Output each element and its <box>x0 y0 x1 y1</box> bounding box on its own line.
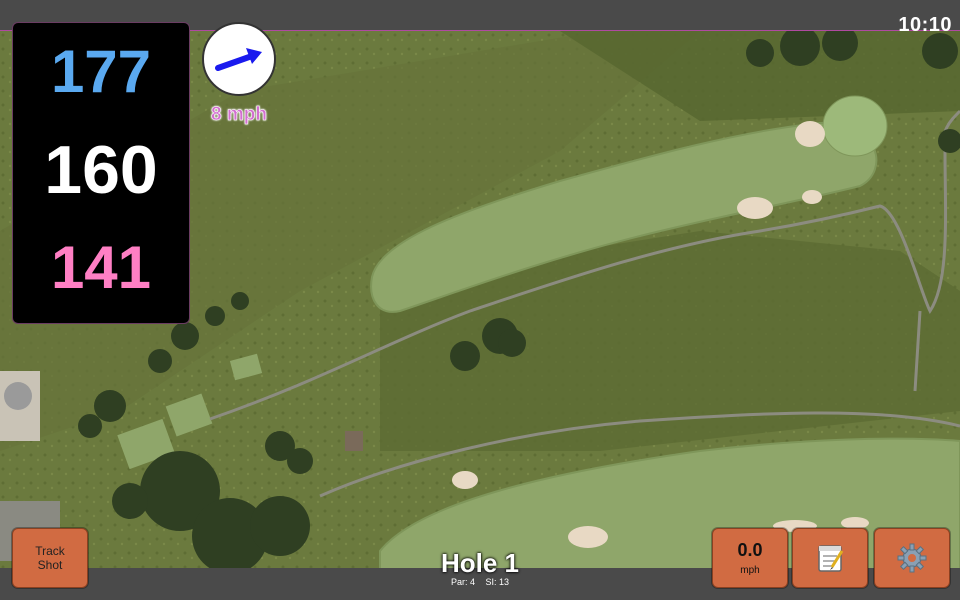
wind-indicator <box>202 22 276 96</box>
hole-stroke-index: SI: 13 <box>485 577 510 587</box>
gear-icon <box>897 543 927 573</box>
distance-panel: 177 160 141 <box>12 22 190 324</box>
front-distance: 141 <box>50 234 152 301</box>
wind-speed-button[interactable]: 0.0 mph <box>712 528 788 588</box>
hole-title: Hole 1 <box>440 548 520 578</box>
wind-unit: mph <box>740 565 760 576</box>
notepad-icon <box>818 545 844 572</box>
settings-button[interactable] <box>874 528 950 588</box>
notes-button[interactable] <box>792 528 868 588</box>
hole-par: Par: 4 <box>450 577 475 587</box>
middle-distance: 160 <box>44 132 158 208</box>
track-shot-button[interactable]: Track Shot <box>12 528 88 588</box>
wind-value: 0.0 <box>737 540 763 560</box>
clock: 10:10 <box>898 14 952 36</box>
wind-direction-arrow-icon <box>215 48 262 71</box>
back-distance: 177 <box>50 38 152 105</box>
track-shot-label: Track Shot <box>35 544 65 572</box>
hole-info: Par: 4 SI: 13 <box>400 577 560 587</box>
wind-speed-label: 8 mph <box>211 104 267 126</box>
